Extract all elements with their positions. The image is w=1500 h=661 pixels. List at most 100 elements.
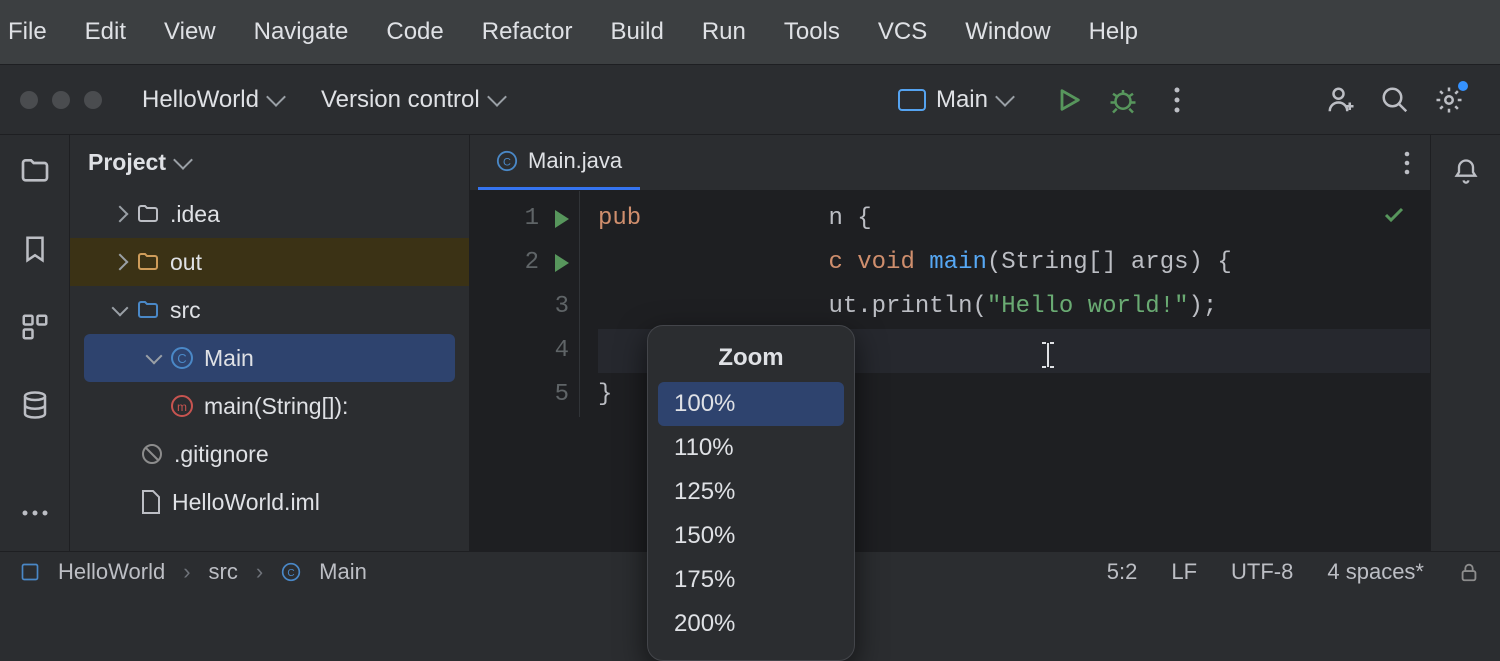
- menu-refactor[interactable]: Refactor: [482, 18, 573, 46]
- more-actions-button[interactable]: [1160, 83, 1194, 117]
- line-number: 1: [525, 197, 539, 241]
- tree-label: main(String[]):: [204, 393, 348, 420]
- chevron-down-icon: [266, 87, 286, 107]
- menu-file[interactable]: File: [8, 18, 47, 46]
- run-gutter-icon[interactable]: [555, 254, 569, 272]
- chevron-right-icon: [112, 206, 129, 223]
- tree-method-main[interactable]: m main(String[]):: [70, 382, 469, 430]
- run-button[interactable]: [1052, 83, 1086, 117]
- tree-label: Main: [204, 345, 254, 372]
- person-add-icon: [1326, 85, 1356, 115]
- tree-class-main[interactable]: C Main: [84, 334, 455, 382]
- menu-code[interactable]: Code: [386, 18, 443, 46]
- code-token: "Hello world!": [987, 293, 1189, 320]
- breadcrumb-separator: ›: [183, 559, 190, 585]
- run-config-icon: [898, 89, 926, 111]
- code-token: (String[] args) {: [987, 249, 1232, 276]
- editor-code-area[interactable]: 1 2 3 4 5 public class Main { public sta…: [470, 191, 1430, 417]
- lock-icon[interactable]: [1458, 561, 1480, 583]
- code-token: }: [598, 381, 612, 408]
- line-number: 4: [555, 329, 569, 373]
- chevron-down-icon: [112, 300, 129, 317]
- tree-file-iml[interactable]: HelloWorld.iml: [70, 478, 469, 526]
- menu-vcs[interactable]: VCS: [878, 18, 927, 46]
- tree-folder-out[interactable]: out: [70, 238, 469, 286]
- kebab-icon: [1174, 87, 1180, 113]
- tree-label: out: [170, 249, 202, 276]
- zoom-option-200[interactable]: 200%: [658, 602, 844, 646]
- zoom-popup-title: Zoom: [658, 338, 844, 382]
- run-gutter-icon[interactable]: [555, 210, 569, 228]
- status-encoding[interactable]: UTF-8: [1231, 559, 1293, 585]
- status-indent[interactable]: 4 spaces*: [1327, 559, 1424, 585]
- zoom-option-150[interactable]: 150%: [658, 514, 844, 558]
- bookmarks-tool-button[interactable]: [17, 231, 53, 267]
- breadcrumb-separator: ›: [256, 559, 263, 585]
- menu-help[interactable]: Help: [1089, 18, 1138, 46]
- class-icon: C: [281, 562, 301, 582]
- zoom-window-button[interactable]: [84, 91, 102, 109]
- zoom-popup: Zoom 100% 110% 125% 150% 175% 200%: [647, 325, 855, 661]
- minimize-window-button[interactable]: [52, 91, 70, 109]
- class-icon: C: [496, 150, 518, 172]
- menu-tools[interactable]: Tools: [784, 18, 840, 46]
- line-number: 5: [555, 373, 569, 417]
- menu-view[interactable]: View: [164, 18, 216, 46]
- status-caret-position[interactable]: 5:2: [1107, 559, 1138, 585]
- editor-tabs: C Main.java: [470, 135, 1430, 191]
- project-panel-header[interactable]: Project: [70, 135, 469, 190]
- notifications-button[interactable]: [1448, 153, 1484, 189]
- menubar: File Edit View Navigate Code Refactor Bu…: [0, 0, 1500, 65]
- tab-label: Main.java: [528, 148, 622, 174]
- version-control-dropdown[interactable]: Version control: [311, 82, 514, 118]
- search-everywhere-button[interactable]: [1378, 83, 1412, 117]
- kebab-icon: [1404, 151, 1410, 175]
- ignore-file-icon: [140, 442, 164, 466]
- editor-inspections-indicator[interactable]: [1382, 203, 1406, 227]
- window-controls: [20, 91, 102, 109]
- menu-build[interactable]: Build: [610, 18, 663, 46]
- run-configuration-dropdown[interactable]: Main: [888, 82, 1022, 118]
- menu-window[interactable]: Window: [965, 18, 1050, 46]
- menu-run[interactable]: Run: [702, 18, 746, 46]
- menu-navigate[interactable]: Navigate: [254, 18, 349, 46]
- structure-icon: [20, 312, 50, 342]
- zoom-option-100[interactable]: 100%: [658, 382, 844, 426]
- tree-file-gitignore[interactable]: .gitignore: [70, 430, 469, 478]
- project-dropdown[interactable]: HelloWorld: [132, 82, 293, 118]
- tab-main-java[interactable]: C Main.java: [478, 135, 640, 190]
- source-folder-icon: [136, 298, 160, 322]
- structure-tool-button[interactable]: [17, 309, 53, 345]
- more-tools-button[interactable]: [17, 495, 53, 531]
- close-window-button[interactable]: [20, 91, 38, 109]
- breadcrumb-file[interactable]: Main: [319, 559, 367, 585]
- status-line-separator[interactable]: LF: [1171, 559, 1197, 585]
- code-with-me-button[interactable]: [1324, 83, 1358, 117]
- folder-icon: [136, 250, 160, 274]
- settings-button[interactable]: [1432, 83, 1466, 117]
- zoom-option-110[interactable]: 110%: [658, 426, 844, 470]
- tree-folder-idea[interactable]: .idea: [70, 190, 469, 238]
- svg-text:m: m: [177, 400, 187, 414]
- debug-button[interactable]: [1106, 83, 1140, 117]
- checkmark-icon: [1382, 203, 1406, 227]
- code-token: pub: [598, 205, 641, 232]
- breadcrumb-src[interactable]: src: [209, 559, 238, 585]
- editor-tab-more-button[interactable]: [1404, 151, 1430, 175]
- folder-icon: [19, 155, 51, 187]
- zoom-option-175[interactable]: 175%: [658, 558, 844, 602]
- folder-icon: [136, 202, 160, 226]
- method-icon: m: [170, 394, 194, 418]
- breadcrumb-project[interactable]: HelloWorld: [58, 559, 165, 585]
- menu-edit[interactable]: Edit: [85, 18, 126, 46]
- code-token: c: [828, 249, 842, 276]
- toolbar: HelloWorld Version control Main: [0, 65, 1500, 135]
- zoom-option-125[interactable]: 125%: [658, 470, 844, 514]
- database-tool-button[interactable]: [17, 387, 53, 423]
- svg-text:C: C: [177, 351, 186, 366]
- tree-folder-src[interactable]: src: [70, 286, 469, 334]
- project-tool-button[interactable]: [17, 153, 53, 189]
- chevron-right-icon: [112, 254, 129, 271]
- chevron-down-icon: [487, 87, 507, 107]
- tree-label: HelloWorld.iml: [172, 489, 320, 516]
